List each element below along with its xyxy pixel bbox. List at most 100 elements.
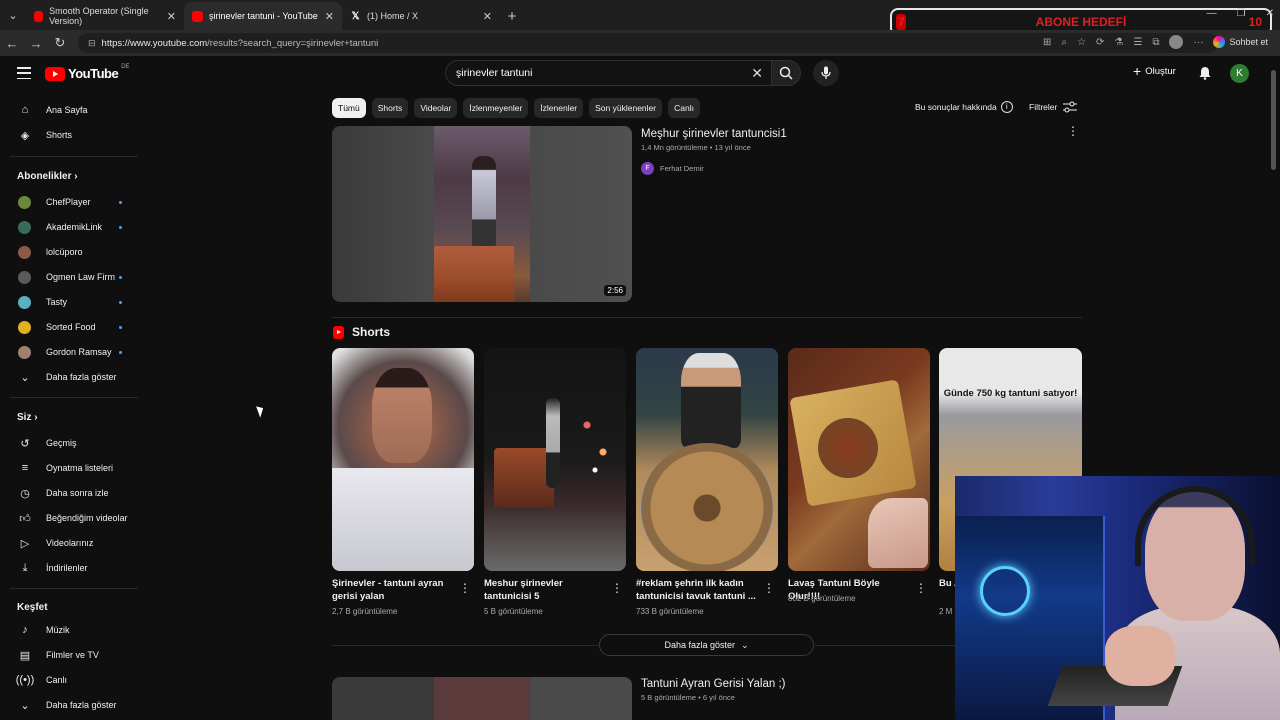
home-icon: ⌂ [21, 104, 29, 116]
zoom-icon[interactable]: ⌕ [1061, 37, 1067, 48]
sidebar-item-label: Ana Sayfa [46, 105, 88, 115]
favorite-icon[interactable]: ☆ [1077, 37, 1086, 48]
new-tab-icon[interactable]: + [500, 2, 524, 30]
youtube-logo[interactable]: YouTube DE [45, 64, 130, 81]
sidebar-item-live[interactable]: ((•)) Canlı [0, 670, 140, 690]
site-info-icon[interactable]: ⊟ [88, 38, 96, 49]
more-options-icon[interactable]: ⋮ [915, 582, 927, 594]
short-title[interactable]: Şirinevler - tantuni ayran gerisi yalan [332, 577, 452, 603]
short-thumbnail[interactable] [788, 348, 930, 571]
sidebar-item-shorts[interactable]: ◈ Shorts [0, 125, 140, 145]
you-label: Siz [17, 412, 32, 423]
more-options-icon[interactable]: ⋮ [763, 582, 775, 594]
sidebar-item-your-videos[interactable]: ▷ Videolarınız [0, 533, 140, 553]
search-icon [779, 66, 793, 80]
chip-recently-uploaded[interactable]: Son yüklenenler [589, 98, 663, 118]
microphone-icon [821, 66, 831, 79]
apps-icon[interactable]: ⊞ [1043, 37, 1051, 48]
sidebar-explore-more[interactable]: ⌄ Daha fazla göster [0, 695, 140, 715]
short-views: 733 B görüntüleme [636, 607, 704, 616]
page-scrollbar[interactable] [1271, 70, 1276, 170]
sidebar-show-more[interactable]: ⌄ Daha fazla göster [0, 367, 140, 387]
show-more-label: Daha fazla göster [664, 640, 735, 650]
chip-all[interactable]: Tümü [332, 98, 366, 118]
reload-icon[interactable]: ↻ [48, 35, 72, 51]
more-options-icon[interactable]: ⋮ [611, 582, 623, 594]
logo-text: YouTube [68, 66, 119, 81]
tab-title: Smooth Operator (Single Version) [49, 6, 149, 26]
short-thumbnail[interactable] [332, 348, 474, 571]
sidebar-channel[interactable]: Tasty [0, 292, 140, 312]
close-tab-icon[interactable]: ✕ [483, 10, 492, 23]
sidebar-item-playlists[interactable]: ≡ Oynatma listeleri [0, 458, 140, 478]
short-title[interactable]: Meshur şirinevler tantunicisi 5 [484, 577, 604, 603]
sidebar-channel[interactable]: lolcüporo [0, 242, 140, 262]
clear-search-icon[interactable]: ✕ [751, 65, 763, 82]
minimize-icon[interactable]: — [1207, 8, 1217, 19]
subscriptions-heading[interactable]: Abonelikler › [17, 171, 78, 182]
sidebar-item-watch-later[interactable]: ◷ Daha sonra izle [0, 483, 140, 503]
sidebar-item-movies[interactable]: ▤ Filmler ve TV [0, 645, 140, 665]
filters-label: Filtreler [1029, 102, 1058, 112]
short-thumbnail[interactable] [636, 348, 778, 571]
chip-videos[interactable]: Videolar [414, 98, 458, 118]
about-results-button[interactable]: Bu sonuçlar hakkında i [915, 101, 1013, 113]
chip-unwatched[interactable]: İzlenmeyenler [463, 98, 529, 118]
sidebar-channel[interactable]: Ogmen Law Firm [0, 267, 140, 287]
search-input[interactable]: şirinevler tantuni ✕ [445, 60, 771, 86]
close-window-icon[interactable]: ✕ [1266, 8, 1274, 19]
webcam-headset [1135, 486, 1255, 566]
you-heading[interactable]: Siz › [17, 412, 38, 423]
sidebar-item-history[interactable]: ↺ Geçmiş [0, 433, 140, 453]
create-button[interactable]: + Oluştur [1133, 64, 1176, 78]
back-icon[interactable]: ← [0, 36, 24, 51]
extensions-icon[interactable]: ⚗ [1114, 37, 1123, 48]
search-value: şirinevler tantuni [456, 67, 533, 79]
more-options-icon[interactable]: ⋮ [459, 582, 471, 594]
close-tab-icon[interactable]: ✕ [167, 10, 176, 23]
channel-avatar [18, 195, 31, 209]
tab-search-chevron-icon[interactable]: ⌄ [0, 0, 26, 30]
search-button[interactable] [771, 60, 801, 86]
forward-icon[interactable]: → [24, 36, 48, 51]
more-icon[interactable]: ··· [1193, 37, 1203, 48]
browser-tab-active[interactable]: şirinevler tantuni - YouTube ✕ [184, 2, 342, 30]
sidebar-channel[interactable]: Sorted Food [0, 317, 140, 337]
voice-search-button[interactable] [813, 60, 839, 86]
favorites-bar-icon[interactable]: ☰ [1133, 37, 1142, 48]
sidebar-item-label: Daha fazla göster [46, 372, 117, 382]
sidebar-channel[interactable]: Gordon Ramsay [0, 342, 140, 362]
chip-live[interactable]: Canlı [668, 98, 700, 118]
short-thumbnail[interactable] [484, 348, 626, 571]
sidebar-channel[interactable]: AkademikLink [0, 217, 140, 237]
notifications-bell-icon[interactable] [1199, 66, 1211, 80]
browser-tab[interactable]: Smooth Operator (Single Version) ✕ [26, 2, 184, 30]
show-more-shorts-button[interactable]: Daha fazla göster ⌄ [599, 634, 814, 656]
video-thumbnail[interactable]: 2:56 [332, 126, 632, 302]
sidebar-item-downloads[interactable]: ⤓ İndirilenler [0, 558, 140, 578]
sidebar-item-liked-videos[interactable]: 👍︎ Beğendiğim videolar [0, 508, 140, 528]
browser-tab[interactable]: 𝕏 (1) Home / X ✕ [342, 2, 500, 30]
refresh-extension-icon[interactable]: ⟳ [1096, 37, 1104, 48]
menu-icon[interactable] [17, 67, 31, 79]
more-options-icon[interactable]: ⋮ [1067, 125, 1079, 137]
short-title[interactable]: #reklam şehrin ilk kadın tantunicisi tav… [636, 577, 756, 603]
profile-avatar[interactable] [1169, 35, 1184, 49]
chip-watched[interactable]: İzlenenler [534, 98, 584, 118]
copilot-button[interactable]: Sohbet et [1213, 36, 1268, 48]
account-avatar[interactable]: K [1230, 64, 1249, 83]
short-title[interactable]: Bu Ara [939, 577, 955, 590]
sidebar-item-music[interactable]: ♪ Müzik [0, 620, 140, 640]
close-tab-icon[interactable]: ✕ [325, 10, 334, 23]
channel-link[interactable]: F Ferhat Demir [641, 162, 704, 175]
video-thumbnail[interactable] [332, 677, 632, 720]
collections-icon[interactable]: ⧉ [1152, 37, 1159, 48]
filters-button[interactable]: Filtreler [1029, 101, 1078, 113]
new-content-dot [119, 300, 122, 304]
chip-shorts[interactable]: Shorts [371, 98, 409, 118]
video-title[interactable]: Tantuni Ayran Gerisi Yalan ;) [641, 678, 785, 690]
sidebar-item-home[interactable]: ⌂ Ana Sayfa [0, 100, 140, 120]
maximize-icon[interactable]: ❐ [1237, 8, 1246, 19]
sidebar-channel[interactable]: ChefPlayer [0, 192, 140, 212]
video-title[interactable]: Meşhur şirinevler tantuncisi1 [641, 128, 787, 140]
